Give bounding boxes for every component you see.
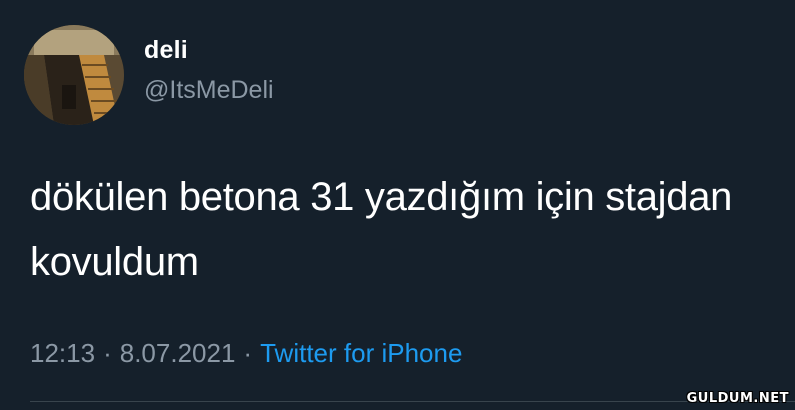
tweet-source-link[interactable]: Twitter for iPhone (260, 338, 462, 368)
tweet-text-line-1: dökülen betona 31 yazdığım için stajdan (30, 175, 733, 219)
staircase-photo-icon (24, 25, 124, 125)
tweet-time[interactable]: 12:13 (30, 338, 95, 368)
tweet-meta: 12:13 · 8.07.2021 · Twitter for iPhone (30, 338, 462, 369)
meta-separator: · (103, 338, 112, 368)
site-watermark: GULDUM.NET (686, 391, 789, 406)
tweet-text-line-2: kovuldum (30, 240, 199, 284)
author-handle[interactable]: @ItsMeDeli (144, 76, 274, 105)
author-avatar[interactable] (24, 25, 124, 125)
tweet-text: dökülen betona 31 yazdığım için stajdan … (30, 165, 790, 295)
meta-separator: · (243, 338, 253, 368)
tweet-date[interactable]: 8.07.2021 (120, 338, 236, 368)
tweet-card: deli @ItsMeDeli dökülen betona 31 yazdığ… (0, 0, 795, 410)
author-display-name[interactable]: deli (144, 36, 188, 65)
divider (30, 401, 795, 402)
